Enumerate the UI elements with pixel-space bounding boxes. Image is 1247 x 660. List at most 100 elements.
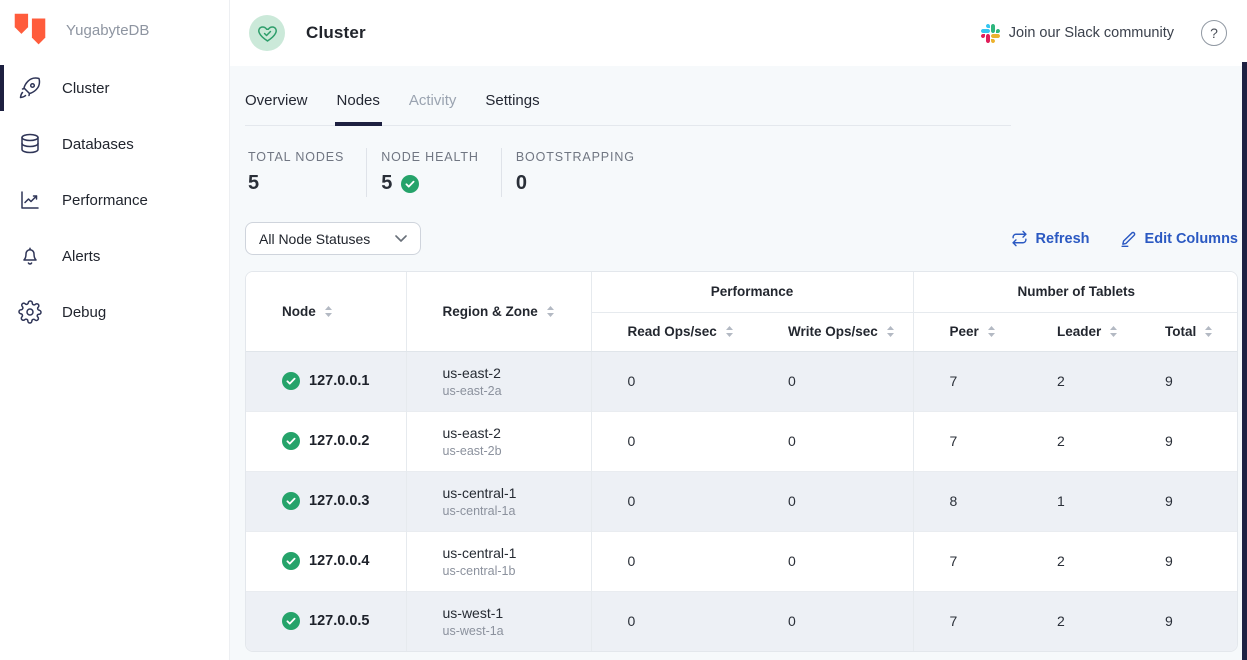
chevron-down-icon xyxy=(395,235,407,242)
column-header-node[interactable]: Node xyxy=(246,272,406,351)
brand: YugabyteDB xyxy=(0,0,229,58)
peer-tablets-cell: 8 xyxy=(913,471,1021,531)
column-header-total[interactable]: Total xyxy=(1129,312,1238,351)
total-tablets-cell: 9 xyxy=(1129,591,1238,651)
sidebar-item-databases[interactable]: Databases xyxy=(0,116,229,172)
refresh-button[interactable]: Refresh xyxy=(1011,230,1090,247)
node-cell: 127.0.0.5 xyxy=(246,591,406,651)
node-status-check-icon xyxy=(282,552,300,570)
write-ops-cell: 0 xyxy=(752,471,913,531)
region-zone-cell: us-east-2us-east-2a xyxy=(406,351,591,411)
table-row[interactable]: 127.0.0.3 us-central-1us-central-1a 0 0 … xyxy=(246,471,1238,531)
join-slack-link[interactable]: Join our Slack community xyxy=(981,24,1174,43)
refresh-icon xyxy=(1011,230,1028,247)
cluster-health-heart-icon xyxy=(249,15,285,51)
node-address: 127.0.0.3 xyxy=(309,493,369,509)
column-group-tablets: Number of Tablets xyxy=(913,272,1238,312)
brand-name: YugabyteDB xyxy=(66,22,149,39)
node-cell: 127.0.0.1 xyxy=(246,351,406,411)
node-cell: 127.0.0.2 xyxy=(246,411,406,471)
node-address: 127.0.0.1 xyxy=(309,373,369,389)
column-header-write-ops[interactable]: Write Ops/sec xyxy=(752,312,913,351)
sidebar-item-cluster[interactable]: Cluster xyxy=(0,60,229,116)
stat-label: BOOTSTRAPPING xyxy=(516,150,635,164)
table-row[interactable]: 127.0.0.4 us-central-1us-central-1b 0 0 … xyxy=(246,531,1238,591)
edit-columns-label: Edit Columns xyxy=(1145,231,1238,247)
table-row[interactable]: 127.0.0.2 us-east-2us-east-2b 0 0 7 2 9 xyxy=(246,411,1238,471)
tab-nodes[interactable]: Nodes xyxy=(337,80,380,126)
stat-value: 5 xyxy=(381,172,479,195)
top-bar: Cluster Join our Slack community ? xyxy=(230,0,1247,66)
scrollbar[interactable] xyxy=(1242,62,1247,660)
region-zone-cell: us-west-1us-west-1a xyxy=(406,591,591,651)
table-row[interactable]: 127.0.0.5 us-west-1us-west-1a 0 0 7 2 9 xyxy=(246,591,1238,651)
column-header-read-ops[interactable]: Read Ops/sec xyxy=(591,312,752,351)
leader-tablets-cell: 2 xyxy=(1021,531,1129,591)
nodes-table: Node Region & Zone Performance Number of… xyxy=(246,272,1238,651)
sidebar-item-label: Performance xyxy=(62,192,148,209)
stat-node-health: NODE HEALTH 5 xyxy=(366,148,501,197)
stat-value: 0 xyxy=(516,172,635,195)
read-ops-cell: 0 xyxy=(591,591,752,651)
edit-columns-button[interactable]: Edit Columns xyxy=(1120,230,1238,247)
sort-icon xyxy=(324,305,333,318)
gear-icon xyxy=(18,300,42,324)
read-ops-cell: 0 xyxy=(591,471,752,531)
node-cell: 127.0.0.3 xyxy=(246,471,406,531)
region-zone-cell: us-central-1us-central-1a xyxy=(406,471,591,531)
sidebar: YugabyteDB Cluster xyxy=(0,0,230,660)
slack-icon xyxy=(981,24,1000,43)
column-header-region-zone[interactable]: Region & Zone xyxy=(406,272,591,351)
tab-bar: Overview Nodes Activity Settings xyxy=(245,80,1011,126)
total-tablets-cell: 9 xyxy=(1129,351,1238,411)
leader-tablets-cell: 2 xyxy=(1021,351,1129,411)
tab-settings[interactable]: Settings xyxy=(485,80,539,126)
content: Overview Nodes Activity Settings TOTAL N… xyxy=(230,66,1247,660)
peer-tablets-cell: 7 xyxy=(913,351,1021,411)
performance-chart-icon xyxy=(18,188,42,212)
leader-tablets-cell: 2 xyxy=(1021,591,1129,651)
node-status-check-icon xyxy=(282,372,300,390)
bell-icon xyxy=(18,244,42,268)
sidebar-item-debug[interactable]: Debug xyxy=(0,284,229,340)
sidebar-item-label: Databases xyxy=(62,136,134,153)
total-tablets-cell: 9 xyxy=(1129,411,1238,471)
write-ops-cell: 0 xyxy=(752,531,913,591)
sort-icon xyxy=(987,325,996,338)
node-status-filter[interactable]: All Node Statuses xyxy=(245,222,421,255)
peer-tablets-cell: 7 xyxy=(913,531,1021,591)
sort-icon xyxy=(1204,325,1213,338)
node-status-check-icon xyxy=(282,492,300,510)
sidebar-item-performance[interactable]: Performance xyxy=(0,172,229,228)
help-button[interactable]: ? xyxy=(1201,20,1227,46)
sort-icon xyxy=(886,325,895,338)
cluster-stats: TOTAL NODES 5 NODE HEALTH 5 BOOTSTRAPPIN… xyxy=(245,148,1247,197)
join-slack-label: Join our Slack community xyxy=(1009,25,1174,41)
stat-label: TOTAL NODES xyxy=(248,150,344,164)
node-address: 127.0.0.2 xyxy=(309,433,369,449)
node-address: 127.0.0.4 xyxy=(309,553,369,569)
sort-icon xyxy=(1109,325,1118,338)
region-zone-cell: us-central-1us-central-1b xyxy=(406,531,591,591)
stat-bootstrapping: BOOTSTRAPPING 0 xyxy=(501,148,657,197)
write-ops-cell: 0 xyxy=(752,591,913,651)
table-toolbar: All Node Statuses Refresh xyxy=(245,222,1238,255)
leader-tablets-cell: 2 xyxy=(1021,411,1129,471)
column-header-leader[interactable]: Leader xyxy=(1021,312,1129,351)
app-root: YugabyteDB Cluster xyxy=(0,0,1247,660)
sidebar-item-alerts[interactable]: Alerts xyxy=(0,228,229,284)
sidebar-item-label: Debug xyxy=(62,304,106,321)
tab-activity[interactable]: Activity xyxy=(409,80,457,126)
write-ops-cell: 0 xyxy=(752,351,913,411)
read-ops-cell: 0 xyxy=(591,351,752,411)
column-header-peer[interactable]: Peer xyxy=(913,312,1021,351)
table-row[interactable]: 127.0.0.1 us-east-2us-east-2a 0 0 7 2 9 xyxy=(246,351,1238,411)
stat-total-nodes: TOTAL NODES 5 xyxy=(245,148,366,197)
region-zone-cell: us-east-2us-east-2b xyxy=(406,411,591,471)
rocket-icon xyxy=(18,76,42,100)
total-tablets-cell: 9 xyxy=(1129,471,1238,531)
stat-value: 5 xyxy=(248,172,344,195)
sidebar-item-label: Alerts xyxy=(62,248,100,265)
tab-overview[interactable]: Overview xyxy=(245,80,308,126)
check-circle-icon xyxy=(401,175,419,193)
